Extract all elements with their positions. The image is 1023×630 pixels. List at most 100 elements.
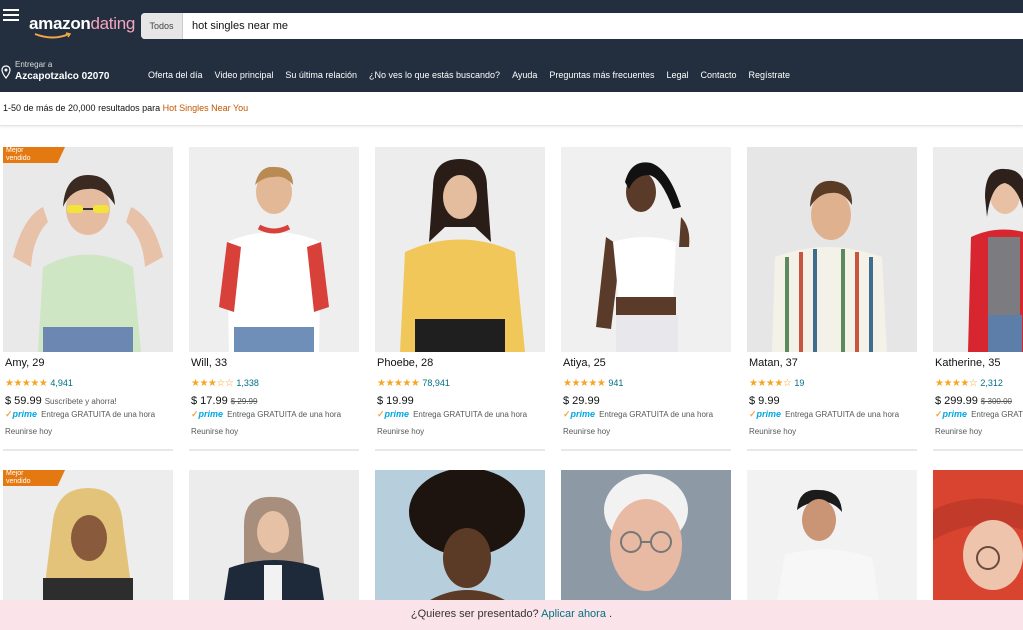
logo-text-dating: dating <box>90 14 136 33</box>
nav-link-deal-of-day[interactable]: Oferta del día <box>148 70 203 80</box>
price: $ 9.99 <box>749 391 780 409</box>
profile-photo[interactable]: Mejor vendido <box>3 147 173 352</box>
star-rating-icon: ★★★★☆ <box>749 378 792 389</box>
meet-today: Reunirse hoy <box>377 427 425 436</box>
prime-delivery: ✓primeEntrega GRATUITA de una hora <box>935 409 1023 420</box>
profile-photo[interactable] <box>747 147 917 352</box>
prime-delivery: ✓primeEntrega GRATUITA de una hora <box>191 409 341 420</box>
nav-link-register[interactable]: Regístrate <box>749 70 791 80</box>
profile-photo[interactable] <box>561 147 731 352</box>
rating[interactable]: ★★★★★ 941 <box>563 373 623 389</box>
nav-link-main-video[interactable]: Video principal <box>215 70 274 80</box>
review-count[interactable]: 19 <box>794 378 804 388</box>
price: $ 19.99 <box>377 391 414 409</box>
star-rating-icon: ★★★★☆ <box>935 378 978 389</box>
logo-smile-icon <box>34 32 72 39</box>
review-count[interactable]: 2,312 <box>980 378 1003 388</box>
prime-delivery-text: Entrega GRATUITA de una hora <box>785 410 900 419</box>
profile-name[interactable]: Atiya, 25 <box>563 357 606 369</box>
hamburger-menu-icon[interactable] <box>3 9 19 21</box>
prime-delivery: ✓primeEntrega GRATUITA de una hora <box>563 409 713 420</box>
bestseller-badge: Mejor vendido <box>3 470 65 486</box>
price: $ 29.99 <box>563 391 600 409</box>
prime-logo-icon: ✓prime <box>749 409 782 419</box>
price-value: $ 59.99 <box>5 395 42 407</box>
prime-label: prime <box>12 409 38 419</box>
top-header: amazondating Todos <box>0 0 1023 52</box>
results-summary: 1-50 de más de 20,000 resultados para Ho… <box>0 92 1023 126</box>
card-divider <box>375 449 545 451</box>
review-count[interactable]: 1,338 <box>236 378 259 388</box>
results-count-text: 1-50 de más de 20,000 resultados para <box>3 103 163 113</box>
search-category-dropdown[interactable]: Todos <box>141 13 183 39</box>
profile-photo[interactable] <box>375 470 545 600</box>
profile-photo[interactable]: Mejor vendido <box>3 470 173 600</box>
bestseller-label: Mejor vendido <box>6 147 31 162</box>
nav-links: Oferta del día Video principal Su última… <box>148 70 802 80</box>
deliver-to-label: Entregar a <box>15 60 53 69</box>
meet-today: Reunirse hoy <box>935 427 983 436</box>
prime-logo-icon: ✓prime <box>935 409 968 419</box>
banner-text: ¿Quieres ser presentado? <box>410 608 542 620</box>
nav-link-contact[interactable]: Contacto <box>701 70 737 80</box>
star-rating-icon: ★★★★★ <box>5 378 48 389</box>
bestseller-label: Mejor vendido <box>6 470 31 485</box>
logo-text-amazon: amazon <box>29 14 91 33</box>
prime-label: prime <box>198 409 224 419</box>
profile-photo[interactable] <box>375 147 545 352</box>
nav-link-last-relationship[interactable]: Su última relación <box>285 70 357 80</box>
search-input[interactable] <box>192 13 1012 39</box>
meet-today: Reunirse hoy <box>191 427 239 436</box>
profile-photo[interactable] <box>561 470 731 600</box>
profile-card[interactable]: Katherine, 35 ★★★★☆ 2,312 $ 299.99 $ 300.0… <box>933 147 1023 457</box>
nav-link-legal[interactable]: Legal <box>666 70 688 80</box>
rating[interactable]: ★★★★☆ 19 <box>749 373 804 389</box>
nav-bar: Entregar a Azcapotzalco 02070 Oferta del… <box>0 52 1023 92</box>
prime-logo-icon: ✓prime <box>5 409 38 419</box>
apply-now-link[interactable]: Aplicar ahora <box>541 608 606 620</box>
review-count[interactable]: 78,941 <box>422 378 450 388</box>
price-value: $ 17.99 <box>191 395 228 407</box>
profile-photo[interactable] <box>189 470 359 600</box>
profile-name[interactable]: Matan, 37 <box>749 357 798 369</box>
rating[interactable]: ★★★★★ 78,941 <box>377 373 450 389</box>
rating[interactable]: ★★★★☆ 2,312 <box>935 373 1003 389</box>
meet-today: Reunirse hoy <box>563 427 611 436</box>
profile-name[interactable]: Amy, 29 <box>5 357 45 369</box>
nav-link-help[interactable]: Ayuda <box>512 70 537 80</box>
rating[interactable]: ★★★★★ 4,941 <box>5 373 73 389</box>
profile-photo[interactable] <box>933 147 1023 352</box>
meet-today: Reunirse hoy <box>5 427 53 436</box>
price-value: $ 9.99 <box>749 395 780 407</box>
star-rating-icon: ★★★☆☆ <box>191 378 234 389</box>
review-count[interactable]: 4,941 <box>50 378 73 388</box>
prime-logo-icon: ✓prime <box>377 409 410 419</box>
card-divider <box>933 449 1023 451</box>
profile-name[interactable]: Phoebe, 28 <box>377 357 433 369</box>
profile-name[interactable]: Katherine, 35 <box>935 357 1000 369</box>
nav-link-faq[interactable]: Preguntas más frecuentes <box>549 70 654 80</box>
rating[interactable]: ★★★☆☆ 1,338 <box>191 373 259 389</box>
profile-photo[interactable] <box>189 147 359 352</box>
prime-label: prime <box>942 409 968 419</box>
price: $ 59.99 Suscríbete y ahorra! <box>5 391 117 409</box>
search-bar: Todos <box>141 13 1023 39</box>
prime-delivery-text: Entrega GRATUITA de una hora <box>971 410 1023 419</box>
results-query-text: Hot Singles Near You <box>162 103 249 113</box>
amazon-dating-logo[interactable]: amazondating <box>29 14 135 40</box>
old-price: $ 300.00 <box>980 397 1012 406</box>
prime-label: prime <box>756 409 782 419</box>
profile-photo[interactable] <box>933 470 1023 600</box>
price-value: $ 29.99 <box>563 395 600 407</box>
nav-link-not-finding[interactable]: ¿No ves lo que estás buscando? <box>369 70 500 80</box>
prime-delivery-text: Entrega GRATUITA de una hora <box>413 410 528 419</box>
review-count[interactable]: 941 <box>608 378 623 388</box>
location-pin-icon <box>1 65 11 79</box>
prime-delivery-text: Entrega GRATUITA de una hora <box>41 410 156 419</box>
card-divider <box>3 449 173 451</box>
prime-logo-icon: ✓prime <box>563 409 596 419</box>
prime-delivery: ✓primeEntrega GRATUITA de una hora <box>749 409 899 420</box>
profile-name[interactable]: Will, 33 <box>191 357 227 369</box>
card-divider <box>747 449 917 451</box>
profile-photo[interactable] <box>747 470 917 600</box>
